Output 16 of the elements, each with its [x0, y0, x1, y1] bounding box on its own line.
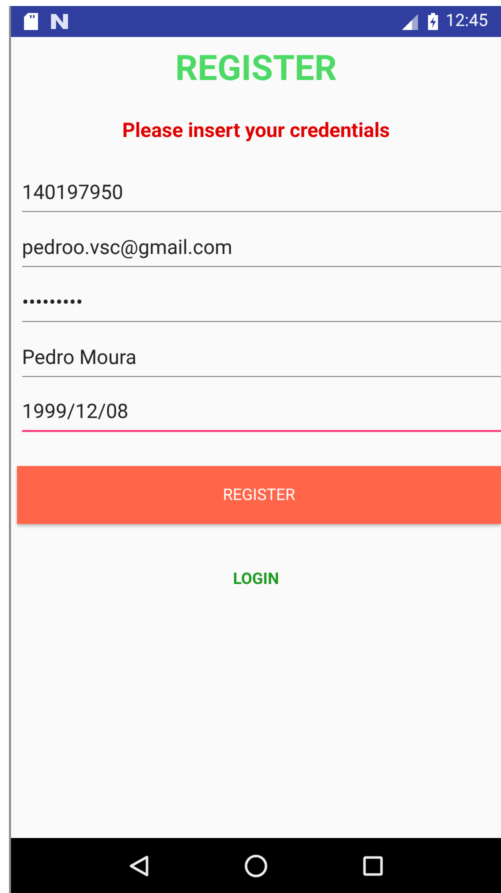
battery-charging-icon [428, 13, 438, 30]
recents-icon[interactable] [363, 856, 384, 876]
input-field[interactable]: 1999/12/08 [22, 377, 501, 432]
signal-icon [400, 14, 418, 30]
input-field[interactable]: 140197950 [22, 157, 501, 212]
input-field[interactable]: Pedro Moura [22, 322, 501, 377]
input-field[interactable]: pedroo.vsc@gmail.com [22, 212, 501, 267]
input-field[interactable]: ••••••••• [22, 267, 501, 322]
page-title: REGISTER [175, 47, 337, 91]
login-link[interactable]: LOGIN [232, 567, 280, 591]
home-icon[interactable] [244, 854, 268, 878]
n-logo-icon [51, 14, 68, 29]
back-icon[interactable] [128, 854, 149, 876]
sd-card-icon [24, 13, 38, 30]
status-time: 12:45 [446, 10, 488, 33]
subtitle: Please insert your credentials [122, 117, 390, 143]
